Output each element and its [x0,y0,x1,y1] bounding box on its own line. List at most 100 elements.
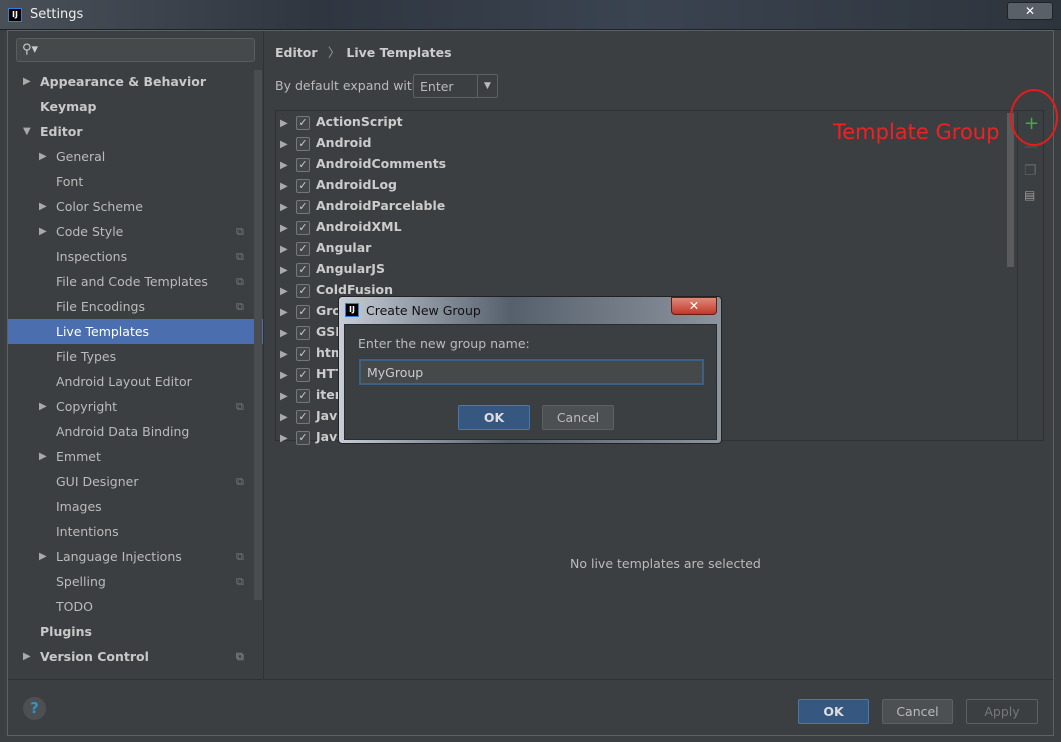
expand-arrow-icon[interactable]: ▶ [39,219,47,244]
group-checkbox[interactable]: ✓ [296,367,310,382]
group-checkbox[interactable]: ✓ [296,157,310,172]
ok-button[interactable]: OK [798,699,869,724]
expand-arrow-icon[interactable]: ▶ [280,176,296,197]
sidebar-item-language-injections[interactable]: ▶ Language Injections ⧉ [8,544,263,569]
expand-arrow-icon[interactable]: ▶ [280,134,296,155]
sidebar-item-general[interactable]: ▶ General [8,144,263,169]
sidebar-item-inspections[interactable]: Inspections ⧉ [8,244,263,269]
sidebar-item-file-and-code-templates[interactable]: File and Code Templates ⧉ [8,269,263,294]
template-group-row[interactable]: ▶ ✓ AndroidParcelable [280,195,445,216]
group-checkbox[interactable]: ✓ [296,262,310,277]
sidebar-item-keymap[interactable]: Keymap [8,94,263,119]
dialog-ok-button[interactable]: OK [458,405,530,430]
sidebar-item-plugins[interactable]: Plugins [8,619,263,644]
sidebar-item-intentions[interactable]: Intentions [8,519,263,544]
group-label: AndroidParcelable [316,198,446,213]
cancel-button[interactable]: Cancel [882,699,953,724]
group-checkbox[interactable]: ✓ [296,346,310,361]
group-label: AndroidLog [316,177,398,192]
template-group-row[interactable]: ▶ ✓ AndroidLog [280,174,397,195]
sidebar-item-android-data-binding[interactable]: Android Data Binding [8,419,263,444]
template-group-row[interactable]: ▶ ✓ Angular [280,237,371,258]
group-checkbox[interactable]: ✓ [296,388,310,403]
sidebar-item-appearance-behavior[interactable]: ▶ Appearance & Behavior [8,69,263,94]
expand-arrow-icon[interactable]: ▶ [39,194,47,219]
template-group-row[interactable]: ▶ ✓ AngularJS [280,258,385,279]
expand-arrow-icon[interactable]: ▶ [280,407,296,428]
group-checkbox[interactable]: ✓ [296,115,310,130]
sidebar-item-label: File Encodings [56,299,146,314]
group-checkbox[interactable]: ✓ [296,325,310,340]
group-label: ActionScript [316,114,403,129]
sidebar-item-live-templates[interactable]: Live Templates [8,319,263,344]
template-group-row[interactable]: ▶ ✓ ActionScript [280,111,403,132]
sidebar: ▶ Appearance & Behavior Keymap ▼ Editor ▶ Gene… [8,31,264,679]
sidebar-item-label: Language Injections [56,549,182,564]
expand-arrow-icon[interactable]: ▶ [280,260,296,281]
expand-arrow-icon[interactable]: ▶ [39,544,47,569]
template-group-row[interactable]: ▶ ✓ Java [280,405,346,426]
sidebar-item-color-scheme[interactable]: ▶ Color Scheme [8,194,263,219]
expand-arrow-icon[interactable]: ▶ [280,113,296,134]
group-checkbox[interactable]: ✓ [296,430,310,445]
sidebar-item-editor[interactable]: ▼ Editor [8,119,263,144]
expand-arrow-icon[interactable]: ▶ [280,155,296,176]
group-checkbox[interactable]: ✓ [296,220,310,235]
expand-arrow-icon[interactable]: ▶ [280,323,296,344]
group-checkbox[interactable]: ✓ [296,241,310,256]
group-checkbox[interactable]: ✓ [296,178,310,193]
window-close-button[interactable]: ✕ [1007,2,1053,20]
expand-arrow-icon[interactable]: ▶ [280,281,296,302]
expand-with-select[interactable]: Enter ▼ [413,74,498,98]
sidebar-item-android-layout-editor[interactable]: Android Layout Editor [8,369,263,394]
expand-arrow-icon[interactable]: ▶ [23,644,31,669]
expand-arrow-icon[interactable]: ▶ [280,428,296,449]
sidebar-item-todo[interactable]: TODO [8,594,263,619]
sidebar-item-version-control[interactable]: ▶ Version Control ⧉ [8,644,263,669]
sidebar-item-file-encodings[interactable]: File Encodings ⧉ [8,294,263,319]
template-group-row[interactable]: ▶ ✓ GSP [280,321,344,342]
group-checkbox[interactable]: ✓ [296,199,310,214]
template-group-row[interactable]: ▶ ✓ Android [280,132,372,153]
sidebar-scrollbar[interactable] [254,70,262,600]
expand-arrow-icon[interactable]: ▶ [39,444,47,469]
sidebar-item-label: TODO [56,599,93,614]
sidebar-item-label: Code Style [56,224,124,239]
group-checkbox[interactable]: ✓ [296,136,310,151]
template-group-row[interactable]: ▶ ✓ AndroidXML [280,216,402,237]
project-settings-icon: ⧉ [236,225,244,238]
expand-arrow-icon[interactable]: ▶ [39,394,47,419]
expand-arrow-icon[interactable]: ▶ [280,302,296,323]
copy-icon[interactable]: ❐ [1024,163,1037,179]
sidebar-item-font[interactable]: Font [8,169,263,194]
template-group-row[interactable]: ▶ ✓ AndroidComments [280,153,446,174]
expand-arrow-icon[interactable]: ▶ [23,69,31,94]
search-input[interactable]: ⚲▾ [16,38,255,62]
group-name-input[interactable] [359,359,704,385]
dialog-close-button[interactable]: ✕ [671,297,717,315]
expand-arrow-icon[interactable]: ▶ [39,144,47,169]
group-checkbox[interactable]: ✓ [296,304,310,319]
group-checkbox[interactable]: ✓ [296,409,310,424]
collapse-arrow-icon[interactable]: ▼ [23,119,31,144]
sidebar-item-file-types[interactable]: File Types [8,344,263,369]
sidebar-item-copyright[interactable]: ▶ Copyright ⧉ [8,394,263,419]
sidebar-item-emmet[interactable]: ▶ Emmet [8,444,263,469]
sidebar-item-images[interactable]: Images [8,494,263,519]
sidebar-item-label: GUI Designer [56,474,139,489]
sidebar-item-code-style[interactable]: ▶ Code Style ⧉ [8,219,263,244]
sidebar-item-spelling[interactable]: Spelling ⧉ [8,569,263,594]
edit-icon[interactable]: ▤ [1024,188,1035,202]
apply-button[interactable]: Apply [966,699,1038,724]
expand-arrow-icon[interactable]: ▶ [280,218,296,239]
expand-arrow-icon[interactable]: ▶ [280,386,296,407]
expand-arrow-icon[interactable]: ▶ [280,197,296,218]
expand-arrow-icon[interactable]: ▶ [280,344,296,365]
list-scrollbar[interactable] [1007,113,1014,267]
sidebar-item-gui-designer[interactable]: GUI Designer ⧉ [8,469,263,494]
help-button[interactable]: ? [23,697,46,720]
group-checkbox[interactable]: ✓ [296,283,310,298]
expand-arrow-icon[interactable]: ▶ [280,239,296,260]
expand-arrow-icon[interactable]: ▶ [280,365,296,386]
dialog-cancel-button[interactable]: Cancel [542,405,614,430]
